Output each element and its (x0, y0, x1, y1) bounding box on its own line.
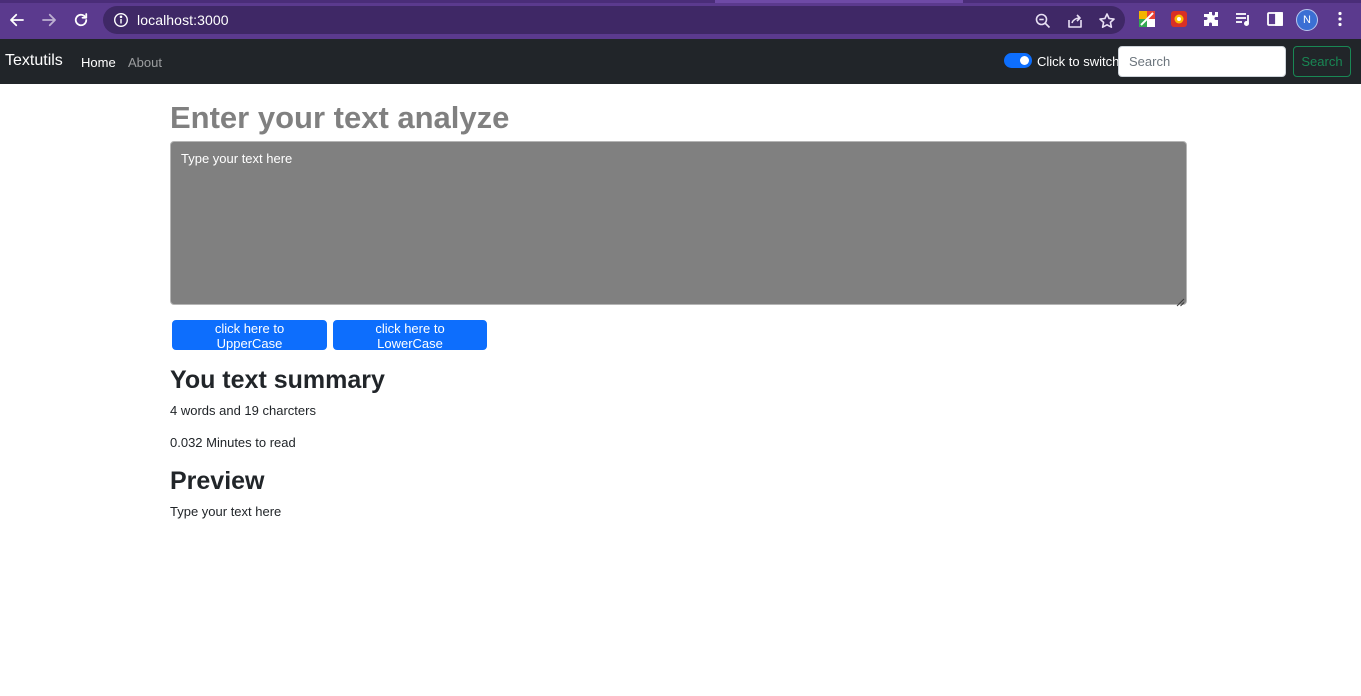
page-title: Enter your text analyze (170, 100, 510, 135)
nav-link-home[interactable]: Home (81, 55, 116, 70)
address-bar[interactable]: localhost:3000 (103, 6, 1125, 34)
share-icon[interactable] (1066, 12, 1084, 30)
browser-toolbar: localhost:3000 N (0, 0, 1361, 39)
sidepanel-icon[interactable] (1266, 10, 1284, 28)
zoom-icon[interactable] (1034, 12, 1052, 30)
uppercase-button[interactable]: click here to UpperCase (172, 320, 327, 351)
text-input-area[interactable] (170, 141, 1187, 305)
puzzle-icon[interactable] (1202, 10, 1220, 28)
extension-icon[interactable] (1170, 10, 1188, 28)
summary-heading: You text summary (170, 366, 385, 394)
search-input[interactable] (1118, 46, 1286, 77)
dark-mode-toggle[interactable] (1004, 53, 1032, 68)
extension-icon[interactable] (1138, 10, 1156, 28)
toggle-label[interactable]: Click to switch (1037, 54, 1119, 69)
media-icon[interactable] (1234, 10, 1252, 28)
lowercase-button[interactable]: click here to LowerCase (333, 320, 487, 351)
app-navbar: Textutils Home About Click to switch Sea… (0, 39, 1361, 84)
forward-arrow-icon[interactable] (37, 8, 61, 32)
word-char-count: 4 words and 19 charcters (170, 403, 316, 418)
star-icon[interactable] (1098, 12, 1116, 30)
toggle-knob (1020, 56, 1029, 65)
kebab-menu-icon[interactable] (1331, 10, 1349, 28)
brand-logo-text[interactable]: Textutils (5, 52, 63, 70)
profile-avatar[interactable]: N (1296, 9, 1318, 31)
preview-heading: Preview (170, 467, 265, 495)
read-time: 0.032 Minutes to read (170, 435, 296, 450)
search-button[interactable]: Search (1293, 46, 1351, 77)
preview-text: Type your text here (170, 504, 282, 519)
reload-icon[interactable] (69, 8, 93, 32)
url-text[interactable]: localhost:3000 (137, 12, 229, 28)
back-arrow-icon[interactable] (5, 8, 29, 32)
resize-handle-icon[interactable] (1176, 294, 1185, 307)
active-tab-indicator[interactable] (715, 0, 963, 3)
info-icon[interactable] (113, 12, 129, 28)
nav-link-about[interactable]: About (128, 55, 162, 70)
tab-strip (0, 0, 1361, 3)
